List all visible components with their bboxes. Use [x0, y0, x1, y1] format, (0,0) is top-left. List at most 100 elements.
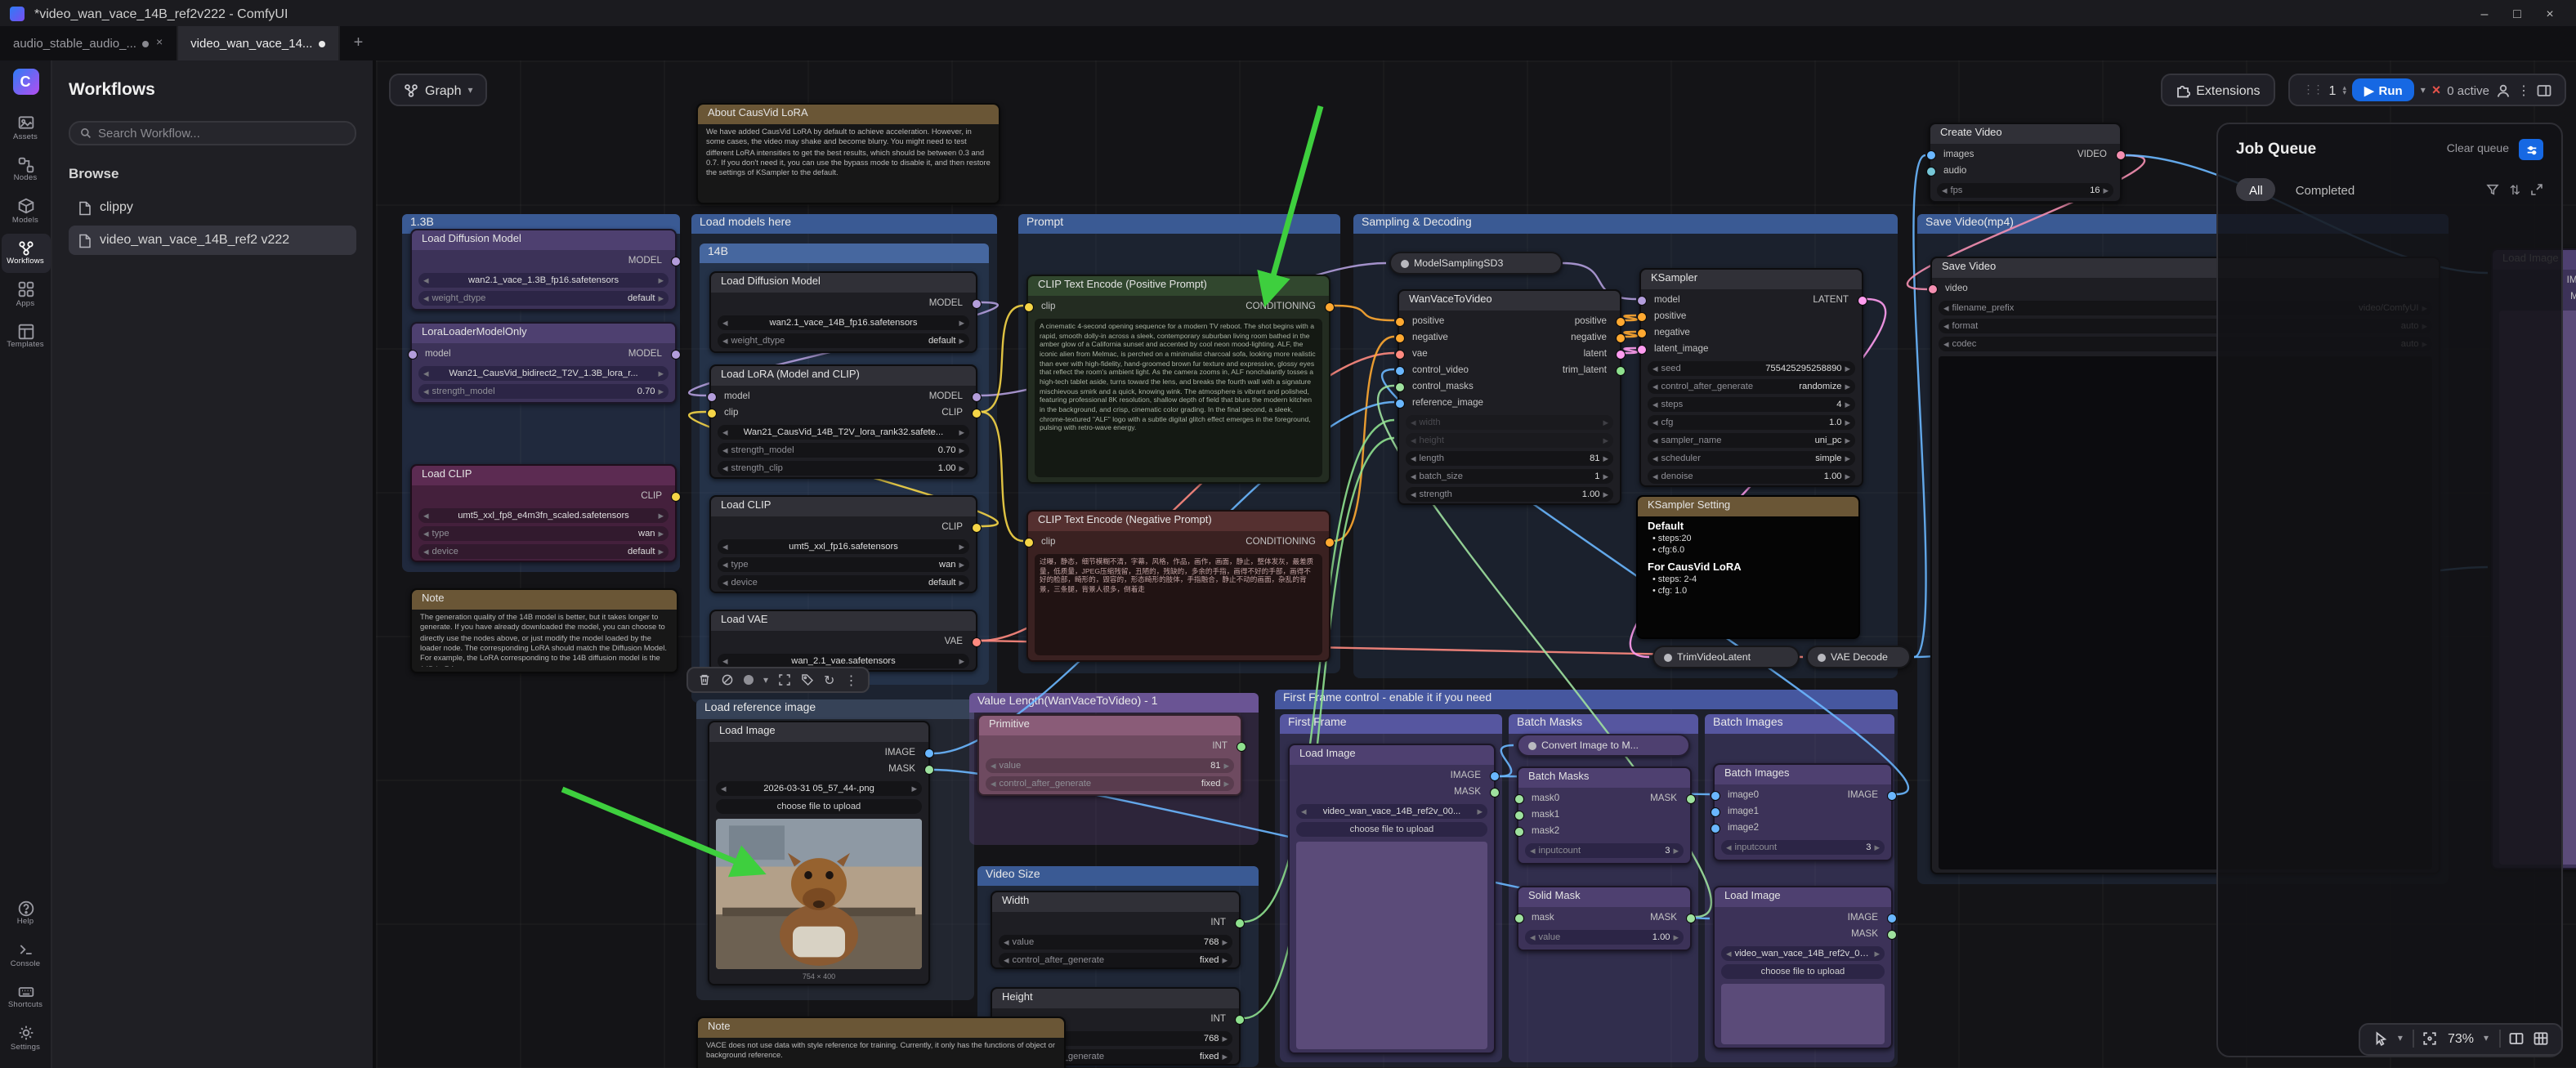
node-title-bar[interactable]: Batch Masks [1518, 768, 1690, 788]
input-slot[interactable] [1024, 303, 1032, 311]
decrement-arrow-icon[interactable]: ◀ [1942, 186, 1947, 194]
widget-weight-dtype[interactable]: ◀weight_dtypedefault▶ [418, 291, 669, 306]
tab-close-icon[interactable]: × [156, 38, 163, 49]
node-lora-13b[interactable]: LoraLoaderModelOnlymodelMODEL◀Wan21_Caus… [410, 322, 677, 404]
widget-value[interactable]: ◀value81▶ [986, 758, 1234, 773]
batch-count-value[interactable]: 1 [2329, 83, 2337, 97]
decrement-arrow-icon[interactable]: ◀ [1004, 938, 1008, 946]
output-slot[interactable] [2116, 151, 2124, 159]
output-slot[interactable] [1887, 931, 1895, 939]
decrement-arrow-icon[interactable]: ◀ [722, 579, 727, 587]
output-slot[interactable] [972, 524, 980, 532]
widget-type[interactable]: ◀typewan▶ [418, 526, 669, 541]
output-slot[interactable] [1235, 919, 1243, 927]
input-slot[interactable] [1637, 329, 1645, 337]
widget-strength-model[interactable]: ◀strength_model0.70▶ [718, 443, 969, 458]
increment-arrow-icon[interactable]: ▶ [1603, 436, 1608, 445]
output-slot[interactable] [1616, 367, 1624, 375]
node-ksampler[interactable]: KSamplermodelLATENTpositivenegativelaten… [1639, 268, 1863, 487]
increment-arrow-icon[interactable]: ▶ [659, 512, 664, 520]
node-title-bar[interactable]: Solid Mask [1518, 887, 1690, 907]
clear-queue-button[interactable]: × [2432, 82, 2441, 98]
zoom-level[interactable]: 73% [2448, 1031, 2474, 1046]
widget-strength-model[interactable]: ◀strength_model0.70▶ [418, 384, 669, 399]
chevron-down-icon[interactable]: ▾ [763, 674, 768, 686]
output-slot[interactable] [972, 300, 980, 308]
decrement-arrow-icon[interactable]: ◀ [722, 464, 727, 472]
widget-control-after-generate[interactable]: ◀control_after_generaterandomize▶ [1648, 379, 1855, 394]
cursor-mode-chevron-icon[interactable]: ▾ [2398, 1033, 2403, 1044]
increment-arrow-icon[interactable]: ▶ [959, 428, 964, 436]
node-title-bar[interactable]: LoraLoaderModelOnly [412, 324, 675, 343]
increment-arrow-icon[interactable]: ▶ [1875, 843, 1880, 851]
output-slot[interactable] [972, 393, 980, 401]
decrement-arrow-icon[interactable]: ◀ [1411, 454, 1415, 463]
decrement-arrow-icon[interactable]: ◀ [1411, 490, 1415, 498]
tab-audio-stable-audio[interactable]: audio_stable_audio_... × [0, 26, 177, 60]
output-slot[interactable] [1887, 792, 1895, 800]
user-button[interactable] [2496, 83, 2511, 97]
widget-value[interactable]: ◀wan2.1_vace_14B_fp16.safetensors▶ [718, 315, 969, 330]
increment-arrow-icon[interactable]: ▶ [659, 530, 664, 538]
sidebar-item-templates[interactable]: Templates [1, 316, 50, 356]
node-title-bar[interactable]: KSampler [1641, 270, 1862, 289]
widget-height[interactable]: ◀height▶ [1406, 433, 1613, 448]
widget-type[interactable]: ◀typewan▶ [718, 557, 969, 572]
node-batch-images[interactable]: Batch Imagesimage0IMAGEimage1image2◀inpu… [1713, 763, 1893, 861]
decrement-arrow-icon[interactable]: ◀ [722, 446, 727, 454]
input-slot[interactable] [1711, 792, 1719, 800]
graph-breadcrumb[interactable]: Graph ▾ [389, 74, 488, 106]
widget-value[interactable]: ◀umt5_xxl_fp8_e4m3fn_scaled.safetensors▶ [418, 508, 669, 523]
refresh-icon[interactable]: ↻ [824, 673, 834, 687]
node-solid-mask[interactable]: Solid MaskmaskMASK◀value1.00▶ [1517, 886, 1692, 951]
decrement-arrow-icon[interactable]: ◀ [1530, 933, 1535, 941]
sidebar-item-console[interactable]: Console [1, 935, 50, 975]
increment-arrow-icon[interactable]: ▶ [659, 276, 664, 284]
widget-value[interactable]: ◀video_wan_vace_14B_ref2v_00...▶ [1296, 804, 1487, 819]
tag-icon[interactable] [801, 673, 814, 686]
node-title-bar[interactable]: Note [698, 1018, 1064, 1038]
decrement-arrow-icon[interactable]: ◀ [722, 561, 727, 569]
input-slot[interactable] [1514, 914, 1523, 923]
decrement-arrow-icon[interactable]: ◀ [1530, 847, 1535, 855]
widget-device[interactable]: ◀devicedefault▶ [718, 575, 969, 590]
decrement-arrow-icon[interactable]: ◀ [423, 276, 428, 284]
collapse-dot-icon[interactable] [1401, 259, 1409, 267]
widget-fps[interactable]: ◀fps16▶ [1937, 183, 2113, 198]
decrement-arrow-icon[interactable]: ◀ [1943, 340, 1948, 348]
output-slot[interactable] [1490, 789, 1498, 797]
clear-queue-link[interactable]: Clear queue [2447, 144, 2509, 155]
increment-arrow-icon[interactable]: ▶ [959, 319, 964, 327]
output-slot[interactable] [972, 409, 980, 418]
run-options-chevron-icon[interactable]: ▾ [2421, 84, 2426, 96]
widget-inputcount[interactable]: ◀inputcount3▶ [1721, 840, 1885, 855]
node-title-bar[interactable]: Load Image [1290, 745, 1494, 765]
node-title-bar[interactable]: Load CLIP [412, 466, 675, 485]
decrement-arrow-icon[interactable]: ◀ [1004, 956, 1008, 964]
increment-arrow-icon[interactable]: ▶ [1603, 454, 1608, 463]
decrement-arrow-icon[interactable]: ◀ [1652, 418, 1657, 427]
node-trim-video-latent[interactable]: TrimVideoLatent [1652, 646, 1800, 668]
node-title-bar[interactable]: Create Video [1930, 124, 2120, 144]
node-canvas[interactable]: 1.3BLoad models here14BPromptSampling & … [376, 60, 2576, 1068]
increment-arrow-icon[interactable]: ▶ [959, 337, 964, 345]
input-slot[interactable] [707, 393, 715, 401]
decrement-arrow-icon[interactable]: ◀ [991, 762, 995, 770]
output-slot[interactable] [1235, 1016, 1243, 1024]
increment-arrow-icon[interactable]: ▶ [659, 547, 664, 556]
increment-arrow-icon[interactable]: ▶ [1875, 950, 1880, 958]
selection-toolbar[interactable]: ▾ ↻ ⋮ [686, 667, 869, 693]
decrement-arrow-icon[interactable]: ◀ [423, 547, 428, 556]
increment-arrow-icon[interactable]: ▶ [1674, 933, 1679, 941]
output-slot[interactable] [671, 351, 679, 359]
input-slot[interactable] [707, 409, 715, 418]
decrement-arrow-icon[interactable]: ◀ [1652, 400, 1657, 409]
sidebar-item-settings[interactable]: Settings [1, 1018, 50, 1058]
sidebar-item-apps[interactable]: Apps [1, 275, 50, 315]
increment-arrow-icon[interactable]: ▶ [1845, 418, 1850, 427]
decrement-arrow-icon[interactable]: ◀ [423, 369, 428, 378]
node-title-bar[interactable]: Load Diffusion Model [711, 273, 976, 293]
increment-arrow-icon[interactable]: ▶ [1674, 847, 1679, 855]
widget-device[interactable]: ◀devicedefault▶ [418, 544, 669, 559]
upload-button[interactable]: choose file to upload [1721, 964, 1885, 979]
